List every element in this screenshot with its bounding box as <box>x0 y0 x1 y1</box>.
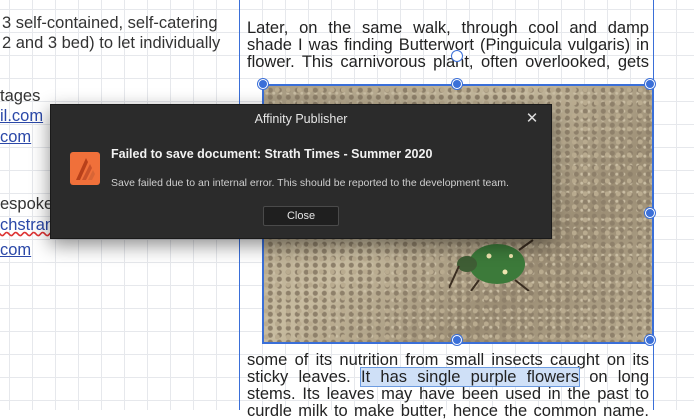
resize-handle[interactable] <box>645 335 655 345</box>
website-link[interactable]: chstran <box>0 214 54 236</box>
resize-handle[interactable] <box>452 79 462 89</box>
text-line: stems. Its leaves may have been used in … <box>247 385 649 403</box>
text-line: flower. This carnivorous plant, often ov… <box>247 53 649 71</box>
text-line: 3 self-contained, self-catering <box>2 14 218 32</box>
dialog-heading: Failed to save document: Strath Times - … <box>111 147 433 161</box>
resize-handle[interactable] <box>645 208 655 218</box>
right-text-frame-top[interactable]: Later, on the same walk, through cool an… <box>247 20 649 71</box>
error-dialog: Affinity Publisher ✕ Failed to save docu… <box>50 104 552 239</box>
email-link[interactable]: il.com <box>0 105 43 127</box>
close-icon[interactable]: ✕ <box>523 110 541 128</box>
text-line: curdle milk to make butter, hence the co… <box>247 402 649 420</box>
text-line: some of its nutrition from small insects… <box>247 351 649 369</box>
resize-handle[interactable] <box>645 79 655 89</box>
text-line: sticky leaves. It has single purple flow… <box>247 367 650 387</box>
dialog-title: Affinity Publisher <box>254 112 348 126</box>
selected-text[interactable]: It has single purple flowers <box>360 367 580 387</box>
website-link[interactable]: com <box>0 239 31 261</box>
resize-handle[interactable] <box>452 335 462 345</box>
website-link[interactable]: com <box>0 126 31 148</box>
dialog-message: Save failed due to an internal error. Th… <box>111 177 509 189</box>
text-line: espoke <box>0 195 54 213</box>
rotate-handle[interactable] <box>452 51 462 61</box>
close-button[interactable]: Close <box>263 206 339 226</box>
text-line: tages <box>0 87 41 105</box>
resize-handle[interactable] <box>258 79 268 89</box>
text-line: shade I was finding Butterwort (Pinguicu… <box>247 36 649 54</box>
text-line: 2 and 3 bed) to let individually <box>2 34 221 52</box>
text-line: Later, on the same walk, through cool an… <box>247 19 649 37</box>
beetle-photo <box>449 239 534 291</box>
affinity-publisher-icon <box>70 152 100 185</box>
